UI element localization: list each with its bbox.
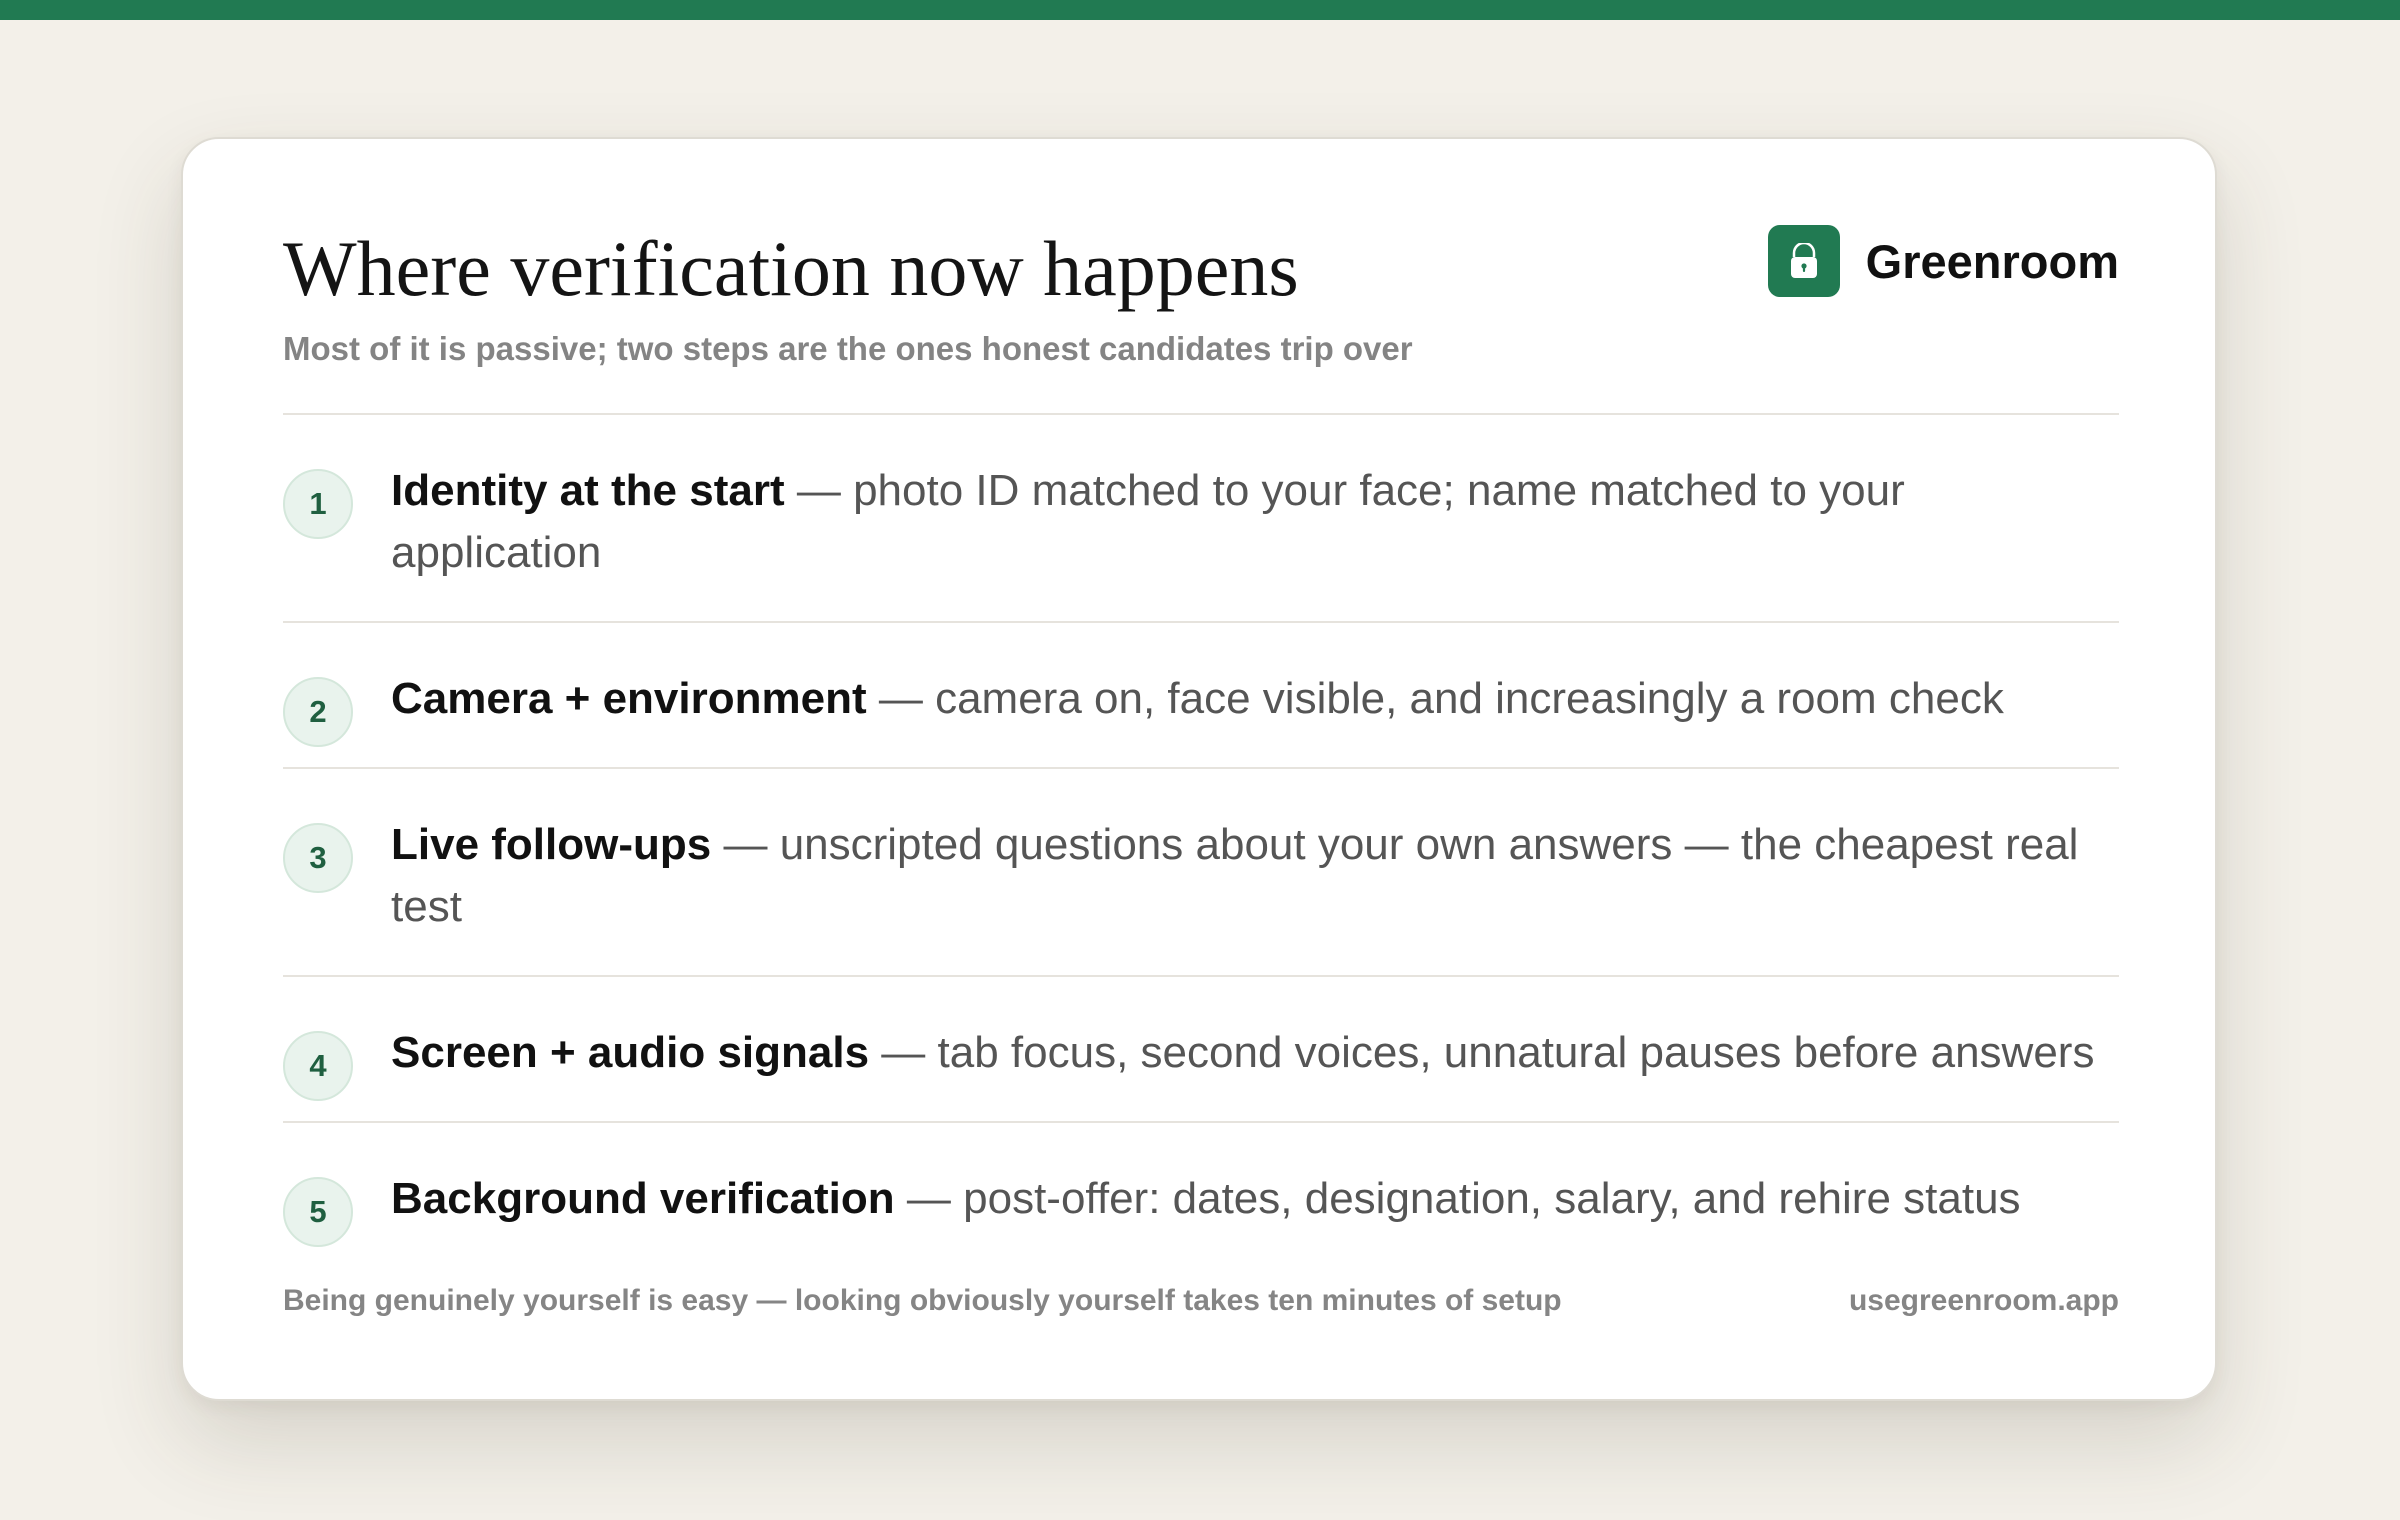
page-subtitle: Most of it is passive; two steps are the… <box>283 330 1413 367</box>
step-number-badge: 5 <box>283 1177 353 1247</box>
page-title: Where verification now happens <box>283 225 1299 312</box>
step-separator: — <box>866 674 936 723</box>
list-item: 3 Live follow-ups — unscripted questions… <box>283 769 2119 977</box>
step-label: Live follow-ups <box>391 820 712 869</box>
step-number-badge: 1 <box>283 469 353 539</box>
step-text: Screen + audio signals — tab focus, seco… <box>391 1022 2119 1084</box>
step-description: tab focus, second voices, unnatural paus… <box>937 1028 2095 1077</box>
footer-note: Being genuinely yourself is easy — looki… <box>283 1284 1562 1317</box>
step-label: Camera + environment <box>391 674 867 723</box>
step-separator: — <box>711 820 780 869</box>
list-item: 4 Screen + audio signals — tab focus, se… <box>283 977 2119 1123</box>
step-number-badge: 2 <box>283 677 353 747</box>
step-description: post-offer: dates, designation, salary, … <box>963 1174 2021 1223</box>
step-number-badge: 3 <box>283 823 353 893</box>
step-text: Camera + environment — camera on, face v… <box>391 668 2119 730</box>
step-separator: — <box>894 1174 964 1223</box>
list-item: 5 Background verification — post-offer: … <box>283 1123 2119 1269</box>
step-number-badge: 4 <box>283 1031 353 1101</box>
step-text: Identity at the start — photo ID matched… <box>391 460 2119 584</box>
lock-icon <box>1767 225 1840 297</box>
info-card: Where verification now happens Most of i… <box>181 137 2217 1401</box>
step-text: Background verification — post-offer: da… <box>391 1168 2119 1230</box>
step-label: Screen + audio signals <box>391 1028 870 1077</box>
list-item: 1 Identity at the start — photo ID match… <box>283 415 2119 623</box>
list-item: 2 Camera + environment — camera on, face… <box>283 623 2119 769</box>
step-label: Identity at the start <box>391 466 785 515</box>
steps-list: 1 Identity at the start — photo ID match… <box>283 415 2119 1269</box>
footer-url: usegreenroom.app <box>1848 1284 2119 1317</box>
step-text: Live follow-ups — unscripted questions a… <box>391 814 2119 938</box>
brand: Greenroom <box>1767 225 2119 297</box>
top-accent-bar <box>0 0 2400 20</box>
step-description: camera on, face visible, and increasingl… <box>935 674 2004 723</box>
step-label: Background verification <box>391 1174 895 1223</box>
step-separator: — <box>869 1028 938 1077</box>
brand-name: Greenroom <box>1865 234 2119 288</box>
card-content: Where verification now happens Most of i… <box>283 139 2119 1399</box>
step-separator: — <box>784 466 854 515</box>
